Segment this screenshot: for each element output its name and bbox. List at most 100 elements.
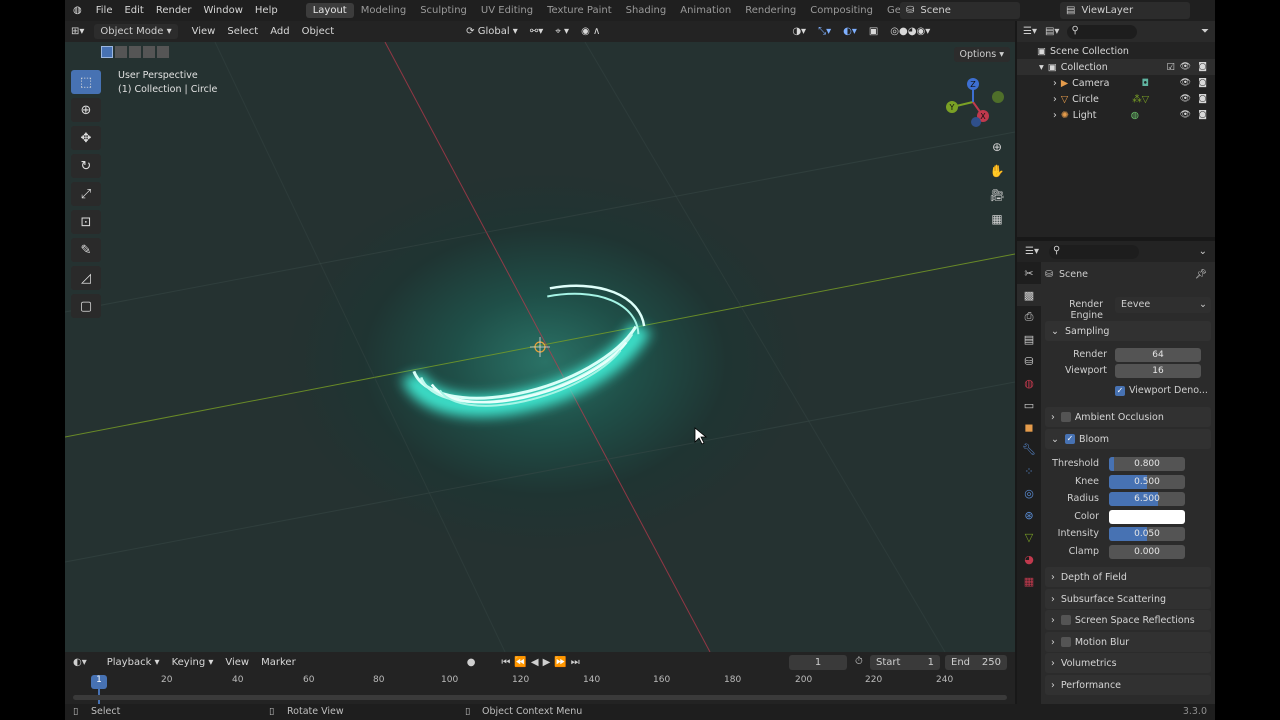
menu-render[interactable]: Render xyxy=(150,5,198,16)
tool-tab-icon[interactable]: ✂ xyxy=(1017,262,1041,284)
checkbox-icon[interactable] xyxy=(1060,412,1071,422)
editor-type-icon[interactable]: ⊞▾ xyxy=(65,24,90,39)
shading-modes-icon[interactable]: ◎●◕◉▾ xyxy=(884,24,936,39)
transform-orientation-dropdown[interactable]: ⟳ Global ▾ xyxy=(460,24,524,39)
object-tab-icon[interactable]: ◼ xyxy=(1017,416,1041,438)
selection-mode-buttons[interactable] xyxy=(101,46,169,58)
knee-slider[interactable]: 0.500 xyxy=(1109,475,1185,489)
camera-render-icon[interactable]: ◙ xyxy=(1198,62,1207,72)
eye-icon[interactable]: 👁︎ xyxy=(1180,78,1191,88)
clamp-slider[interactable]: 0.000 xyxy=(1109,545,1185,559)
view-layer-selector[interactable]: ▤ ViewLayer xyxy=(1060,2,1190,19)
object-menu[interactable]: Object xyxy=(296,24,341,39)
checkbox-icon[interactable]: ☑ xyxy=(1166,62,1175,73)
end-frame-field[interactable]: End 250 xyxy=(945,655,1007,670)
tab-compositing[interactable]: Compositing xyxy=(803,3,880,18)
start-frame-field[interactable]: Start 1 xyxy=(870,655,940,670)
camera-render-icon[interactable]: ◙ xyxy=(1198,94,1207,104)
checkbox-icon[interactable] xyxy=(1060,637,1071,647)
depth-of-field-panel-header[interactable]: › Depth of Field xyxy=(1045,567,1211,587)
perspective-grid-icon[interactable]: ▦ xyxy=(987,209,1007,229)
threshold-slider[interactable]: 0.800 xyxy=(1109,457,1185,471)
playhead[interactable]: 1 xyxy=(91,675,107,689)
pan-hand-icon[interactable]: ✋ xyxy=(987,161,1007,181)
transform-icon[interactable]: ⊡ xyxy=(71,210,101,234)
rotate-icon[interactable]: ↻ xyxy=(71,154,101,178)
chevron-down-icon[interactable]: ⌄ xyxy=(1199,246,1207,257)
world-tab-icon[interactable]: ◍ xyxy=(1017,372,1041,394)
snap-icon[interactable]: ⌖ ▾ xyxy=(549,24,575,39)
playback-controls[interactable]: ⏮⏪◀▶⏩⏭ xyxy=(501,657,583,668)
expand-arrow-icon[interactable]: ▾ xyxy=(1039,62,1044,73)
camera-render-icon[interactable]: ◙ xyxy=(1198,110,1207,120)
menu-edit[interactable]: Edit xyxy=(118,5,149,16)
checkbox-icon[interactable] xyxy=(1060,615,1071,625)
view-menu[interactable]: View xyxy=(186,24,222,39)
blender-logo-icon[interactable]: ◍ xyxy=(65,5,90,16)
options-dropdown[interactable]: Options ▾ xyxy=(953,47,1010,62)
menu-window[interactable]: Window xyxy=(197,5,248,16)
add-cube-icon[interactable]: ▢ xyxy=(71,294,101,318)
radius-slider[interactable]: 6.500 xyxy=(1109,492,1185,506)
expand-arrow-icon[interactable]: › xyxy=(1053,94,1057,105)
outliner-scene-collection[interactable]: ▣ Scene Collection xyxy=(1017,43,1215,59)
eye-icon[interactable]: 👁︎ xyxy=(1180,110,1191,120)
motion-blur-panel-header[interactable]: › Motion Blur xyxy=(1045,632,1211,652)
viewport-samples-field[interactable]: 16 xyxy=(1115,364,1201,378)
tab-shading[interactable]: Shading xyxy=(619,3,674,18)
filter-icon[interactable]: ⏷ xyxy=(1201,26,1209,37)
intensity-slider[interactable]: 0.050 xyxy=(1109,527,1185,541)
navigation-gizmo[interactable]: Y X Z xyxy=(938,70,1008,130)
camera-render-icon[interactable]: ◙ xyxy=(1198,78,1207,88)
render-engine-dropdown[interactable]: Eevee ⌄ xyxy=(1115,297,1211,313)
overlay-toggle-icon[interactable]: ◐▾ xyxy=(837,24,863,39)
frame-ruler[interactable]: 1 20 40 60 80 100 120 140 160 180 200 22… xyxy=(65,675,1015,691)
clock-editor-icon[interactable]: ◐▾ xyxy=(73,657,87,668)
cursor-icon[interactable]: ⊕ xyxy=(71,98,101,122)
stopwatch-icon[interactable]: ⏱ xyxy=(855,656,863,667)
volumetrics-panel-header[interactable]: › Volumetrics xyxy=(1045,653,1211,673)
annotate-icon[interactable]: ✎ xyxy=(71,238,101,262)
viewport-denoise-checkbox[interactable]: ✓ Viewport Deno... xyxy=(1115,385,1208,396)
current-frame-field[interactable]: 1 xyxy=(789,655,847,670)
modifier-tab-icon[interactable]: 🔧︎ xyxy=(1017,438,1041,460)
timeline-view-menu[interactable]: View xyxy=(219,655,255,670)
outliner-collection[interactable]: ▾ ▣ Collection ☑ 👁︎ ◙ xyxy=(1017,59,1215,75)
collection-tab-icon[interactable]: ▭ xyxy=(1017,394,1041,416)
tab-animation[interactable]: Animation xyxy=(673,3,738,18)
properties-search-input[interactable]: ⚲ xyxy=(1048,244,1139,259)
material-tab-icon[interactable]: ◕ xyxy=(1017,548,1041,570)
view-layer-tab-icon[interactable]: ▤ xyxy=(1017,328,1041,350)
outliner-item-light[interactable]: › ✺ Light ◍ 👁︎ ◙ xyxy=(1017,107,1215,123)
visibility-icon[interactable]: ◑▾ xyxy=(786,24,812,39)
outliner-search-input[interactable]: ⚲ xyxy=(1067,24,1138,39)
expand-arrow-icon[interactable]: › xyxy=(1053,78,1057,89)
output-tab-icon[interactable]: ⎙ xyxy=(1017,306,1041,328)
editor-type-icon[interactable]: ☰▾ xyxy=(1023,26,1037,37)
marker-menu[interactable]: Marker xyxy=(255,655,302,670)
expand-arrow-icon[interactable]: › xyxy=(1053,110,1057,121)
gizmo-toggle-icon[interactable]: ⤡▾ xyxy=(812,24,837,39)
bloom-color-swatch[interactable] xyxy=(1109,510,1185,524)
menu-file[interactable]: File xyxy=(90,5,119,16)
bloom-panel-header[interactable]: ⌄ ✓ Bloom xyxy=(1045,429,1211,449)
outliner-item-camera[interactable]: › ▶ Camera ◘ 👁︎ ◙ xyxy=(1017,75,1215,91)
outliner-item-circle[interactable]: › ▽ Circle ⁂▽ 👁︎ ◙ xyxy=(1017,91,1215,107)
move-icon[interactable]: ✥ xyxy=(71,126,101,150)
texture-tab-icon[interactable]: ▦ xyxy=(1017,570,1041,592)
menu-help[interactable]: Help xyxy=(249,5,284,16)
select-box-icon[interactable]: ⬚ xyxy=(71,70,101,94)
ssr-panel-header[interactable]: › Screen Space Reflections xyxy=(1045,610,1211,630)
tab-modeling[interactable]: Modeling xyxy=(354,3,414,18)
subsurface-panel-header[interactable]: › Subsurface Scattering xyxy=(1045,589,1211,609)
pivot-icon[interactable]: ⚯▾ xyxy=(524,24,549,39)
particles-tab-icon[interactable]: ⁘ xyxy=(1017,460,1041,482)
scene-tab-icon[interactable]: ⛁ xyxy=(1017,350,1041,372)
select-menu[interactable]: Select xyxy=(221,24,264,39)
tab-uv-editing[interactable]: UV Editing xyxy=(474,3,540,18)
camera-view-icon[interactable]: 🎥︎ xyxy=(987,185,1007,205)
measure-icon[interactable]: ◿ xyxy=(71,266,101,290)
zoom-icon[interactable]: ⊕ xyxy=(987,137,1007,157)
physics-tab-icon[interactable]: ◎ xyxy=(1017,482,1041,504)
timeline-scrollbar[interactable] xyxy=(73,695,1007,700)
